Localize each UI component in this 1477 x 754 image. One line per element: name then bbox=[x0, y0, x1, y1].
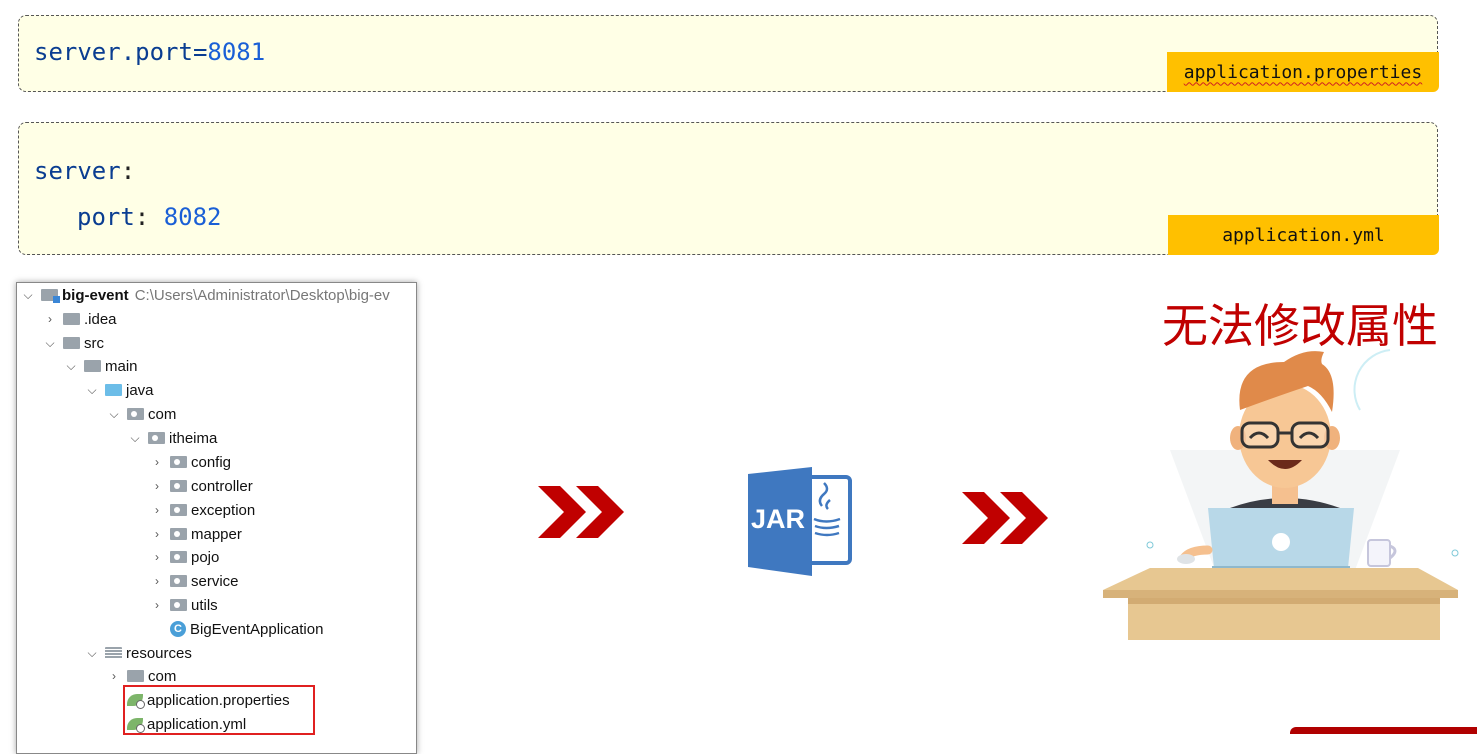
tree-item-exception[interactable]: › exception bbox=[150, 499, 255, 521]
tree-item-label: config bbox=[191, 453, 232, 471]
chevron-down-icon[interactable]: ⌵ bbox=[64, 359, 78, 374]
chevron-right-icon[interactable]: › bbox=[150, 550, 164, 564]
resources-folder-icon bbox=[105, 647, 122, 659]
double-arrow-icon bbox=[538, 486, 624, 538]
tree-item-label: exception bbox=[191, 501, 256, 519]
tree-root-name: big-event bbox=[62, 286, 129, 304]
package-icon bbox=[127, 408, 144, 420]
chevron-right-icon[interactable]: › bbox=[150, 527, 164, 541]
chevron-down-icon[interactable]: ⌵ bbox=[85, 646, 99, 661]
yml-port-value: 8082 bbox=[163, 203, 222, 231]
jar-file-icon: JAR bbox=[748, 467, 852, 576]
java-class-icon: C bbox=[170, 621, 186, 637]
package-icon bbox=[170, 551, 187, 563]
tree-item-label: src bbox=[84, 334, 104, 352]
tree-item-config[interactable]: › config bbox=[150, 451, 231, 473]
developer-at-desk-illustration bbox=[1103, 349, 1459, 640]
yml-code-box: server: port: 8082 application.yml bbox=[18, 122, 1439, 255]
yml-code-line-1: server: bbox=[34, 157, 135, 185]
tree-item-service[interactable]: › service bbox=[150, 570, 239, 592]
tree-item-main[interactable]: ⌵ main bbox=[64, 355, 138, 377]
tree-item-mapper[interactable]: › mapper bbox=[150, 523, 242, 545]
chevron-down-icon[interactable]: ⌵ bbox=[43, 336, 57, 351]
package-icon bbox=[170, 599, 187, 611]
tree-item-pojo[interactable]: › pojo bbox=[150, 546, 219, 568]
yml-file-tag-label: application.yml bbox=[1222, 224, 1385, 246]
package-icon bbox=[170, 504, 187, 516]
tree-item-itheima[interactable]: ⌵ itheima bbox=[128, 427, 217, 449]
folder-icon bbox=[84, 360, 101, 372]
source-folder-icon bbox=[105, 384, 122, 396]
folder-icon bbox=[127, 670, 144, 682]
project-folder-icon bbox=[41, 289, 60, 303]
tree-item-label: com bbox=[148, 667, 177, 685]
tree-item-label: pojo bbox=[191, 548, 220, 566]
tree-item-label: service bbox=[191, 572, 239, 590]
yml-colon-2: : bbox=[134, 203, 164, 231]
package-icon bbox=[170, 456, 187, 468]
chevron-down-icon[interactable]: ⌵ bbox=[107, 407, 121, 422]
package-icon bbox=[170, 575, 187, 587]
tree-item-utils[interactable]: › utils bbox=[150, 594, 218, 616]
properties-file-tag: application.properties bbox=[1167, 52, 1439, 92]
chevron-down-icon[interactable]: ⌵ bbox=[85, 383, 99, 398]
chevron-right-icon[interactable]: › bbox=[43, 312, 57, 326]
tree-item-label: main bbox=[105, 357, 138, 375]
tree-item-label: mapper bbox=[191, 525, 242, 543]
tree-root[interactable]: ⌵ big-event C:\Users\Administrator\Deskt… bbox=[21, 284, 390, 306]
yml-port-key: port bbox=[77, 203, 135, 231]
tree-item-com[interactable]: ⌵ com bbox=[107, 403, 176, 425]
tree-item-resources-com[interactable]: › com bbox=[107, 665, 176, 687]
chevron-down-icon[interactable]: ⌵ bbox=[128, 431, 142, 446]
chevron-right-icon[interactable]: › bbox=[150, 574, 164, 588]
properties-value: 8081 bbox=[207, 38, 266, 66]
chevron-right-icon[interactable]: › bbox=[150, 479, 164, 493]
tree-item-label: java bbox=[126, 381, 154, 399]
folder-icon bbox=[63, 337, 80, 349]
chevron-right-icon[interactable]: › bbox=[107, 669, 121, 683]
yml-colon-1: : bbox=[120, 157, 136, 185]
yml-file-tag: application.yml bbox=[1168, 215, 1439, 255]
package-icon bbox=[170, 480, 187, 492]
package-icon bbox=[170, 528, 187, 540]
tree-item-label: BigEventApplication bbox=[190, 620, 324, 638]
chevron-right-icon[interactable]: › bbox=[150, 503, 164, 517]
properties-file-tag-label: application.properties bbox=[1183, 61, 1423, 83]
chevron-right-icon[interactable]: › bbox=[150, 598, 164, 612]
tree-item-controller[interactable]: › controller bbox=[150, 475, 253, 497]
double-arrow-icon bbox=[962, 492, 1048, 544]
config-files-highlight bbox=[123, 685, 315, 735]
corner-tab bbox=[1290, 727, 1477, 734]
tree-item-label: itheima bbox=[169, 429, 218, 447]
folder-icon bbox=[63, 313, 80, 325]
package-icon bbox=[148, 432, 165, 444]
tree-root-path: C:\Users\Administrator\Desktop\big-ev bbox=[134, 286, 390, 304]
tree-item-label: utils bbox=[191, 596, 218, 614]
yml-code-line-2: port: 8082 bbox=[77, 203, 222, 231]
yml-server-key: server bbox=[34, 157, 121, 185]
tree-item-label: .idea bbox=[84, 310, 117, 328]
tree-item-idea[interactable]: › .idea bbox=[43, 308, 117, 330]
tree-item-resources[interactable]: ⌵ resources bbox=[85, 642, 192, 664]
project-tree-panel: ⌵ big-event C:\Users\Administrator\Deskt… bbox=[16, 282, 417, 754]
chevron-right-icon[interactable]: › bbox=[150, 455, 164, 469]
chevron-down-icon[interactable]: ⌵ bbox=[21, 288, 35, 303]
properties-code-line: server.port=8081 bbox=[34, 38, 265, 66]
tree-item-label: com bbox=[148, 405, 177, 423]
jar-label: JAR bbox=[751, 504, 805, 534]
tree-item-bigeventapplication[interactable]: C BigEventApplication bbox=[164, 618, 323, 640]
tree-item-label: resources bbox=[126, 644, 192, 662]
properties-key: server.port= bbox=[34, 38, 208, 66]
tree-item-java[interactable]: ⌵ java bbox=[85, 379, 154, 401]
tree-item-src[interactable]: ⌵ src bbox=[43, 332, 104, 354]
tree-item-label: controller bbox=[191, 477, 253, 495]
properties-code-box: server.port=8081 application.properties bbox=[18, 15, 1439, 92]
